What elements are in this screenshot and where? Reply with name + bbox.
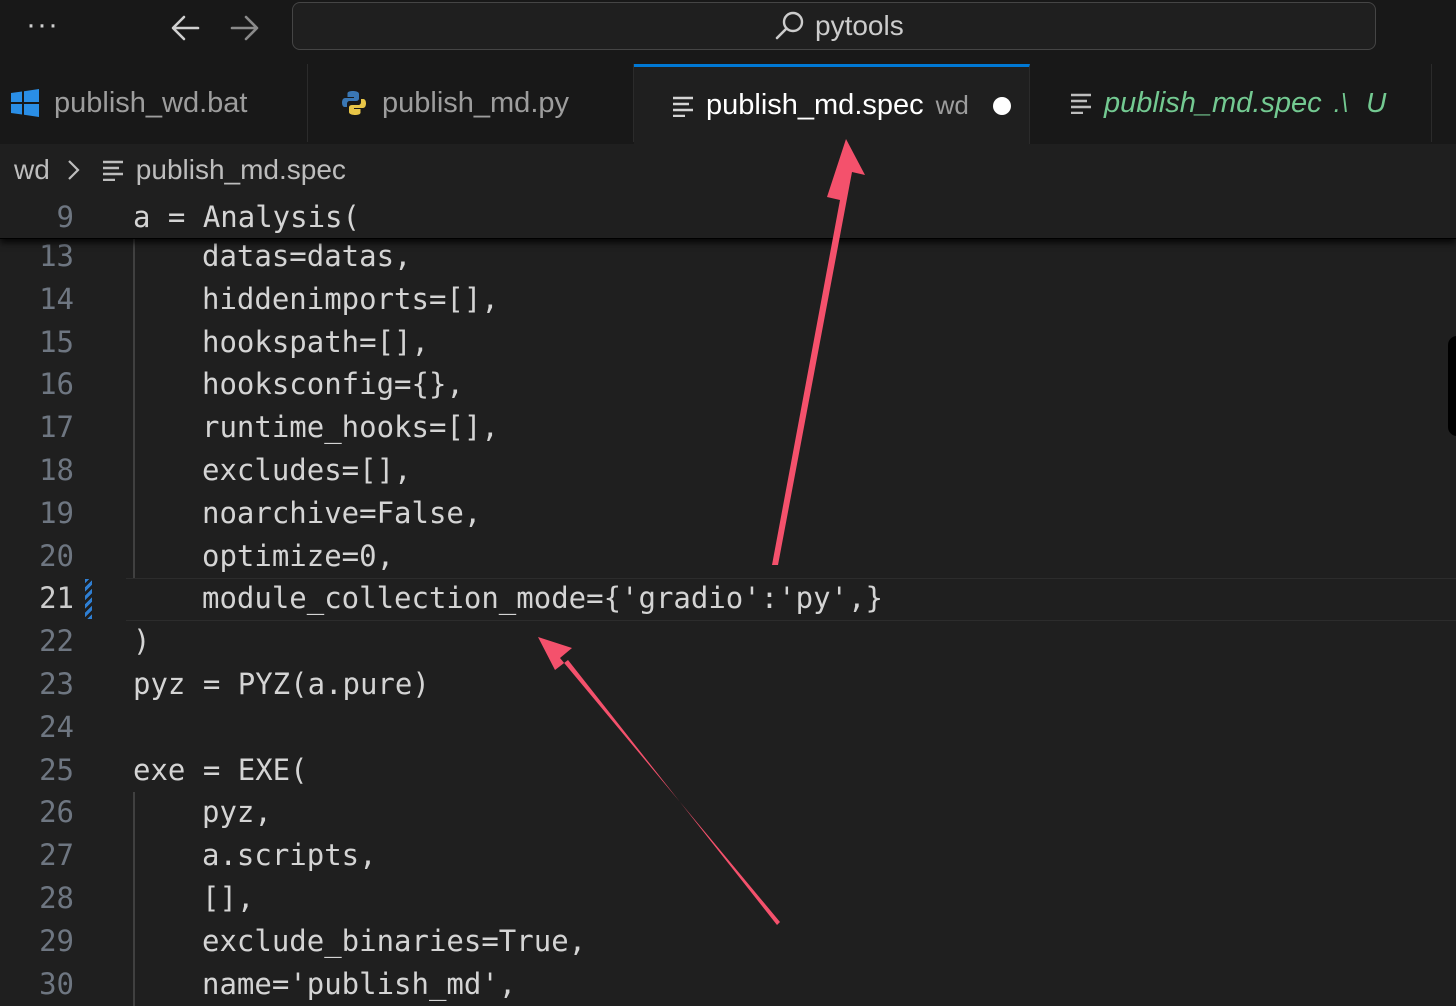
code-line: 9 a = Analysis( [0,196,1456,239]
tab-description: .\ [1333,87,1349,118]
tab-publish-md-py[interactable]: publish_md.py [308,64,634,142]
untracked-status: U [1366,87,1387,118]
line-number: 26 [39,795,74,830]
tab-description: wd [935,90,969,120]
code-line: 14 hiddenimports=[], [0,278,1456,321]
code-line: 30 name='publish_md', [0,963,1456,1006]
line-text: a.scripts, [202,838,377,873]
tab-label: publish_md.spec [706,89,924,121]
line-number: 24 [39,709,74,744]
code-line: 29 exclude_binaries=True, [0,920,1456,963]
line-text: hookspath=[], [202,324,429,359]
code-line: 23 pyz = PYZ(a.pure) [0,663,1456,706]
line-number: 9 [56,200,74,234]
line-number: 21 [39,581,74,616]
tab-label: publish_md.py [382,86,569,119]
code-line: 28 [], [0,877,1456,920]
line-text: name='publish_md', [202,966,517,1001]
editor-tab-bar: publish_wd.bat publish_md.py publish_md.… [0,64,1456,144]
lines-icon [673,96,693,117]
more-actions-button[interactable]: ··· [26,8,59,42]
line-text: a = Analysis( [133,200,360,234]
arrow-right-icon [230,15,259,41]
line-number: 15 [39,324,74,359]
code-line: 16 hooksconfig={}, [0,363,1456,406]
breadcrumb-file[interactable]: publish_md.spec [136,154,346,186]
line-number: 23 [39,667,74,701]
breadcrumb-folder[interactable]: wd [14,154,50,186]
line-number: 30 [39,966,74,1001]
workspace-name: pytools [815,10,904,41]
line-number: 14 [39,281,74,316]
line-text: exclude_binaries=True, [202,923,587,958]
breadcrumb: wd publish_md.spec [0,144,1456,196]
code-line: 13 datas=datas, [0,235,1456,278]
tab-publish-wd-bat[interactable]: publish_wd.bat [0,64,308,142]
tab-publish-md-spec-untracked[interactable]: publish_md.spec .\ U [1030,64,1432,142]
line-number: 16 [39,367,74,402]
line-text: ) [133,624,151,659]
scrollbar-thumb[interactable] [1448,336,1456,436]
line-number: 13 [39,239,74,273]
title-bar: ··· pytools [0,0,1456,64]
line-text: hooksconfig={}, [202,367,464,402]
code-line: 15 hookspath=[], [0,321,1456,364]
tab-label: publish_md.spec [1104,86,1322,119]
line-text: module_collection_mode={'gradio':'py',} [202,581,883,616]
windows-icon [11,89,39,117]
line-text: excludes=[], [202,453,412,487]
line-number: 25 [39,752,74,787]
back-button[interactable] [166,8,206,48]
code-line: 20 optimize=0, [0,535,1456,578]
line-text: runtime_hooks=[], [202,410,499,445]
line-number: 27 [39,838,74,873]
line-text: datas=datas, [202,239,412,273]
code-editor[interactable]: 9 a = Analysis( 13 datas=datas, 14 hiddenim… [0,196,1456,1006]
line-number: 22 [39,624,74,659]
line-number: 28 [39,881,74,915]
line-number: 20 [39,538,74,573]
command-center-search[interactable]: pytools [292,2,1376,50]
line-text: hiddenimports=[], [202,281,499,316]
line-number: 29 [39,923,74,958]
code-line: 19 noarchive=False, [0,492,1456,535]
search-icon [775,11,804,40]
python-icon [342,91,366,115]
unsaved-dot-icon[interactable] [992,96,1011,115]
code-line: 22) [0,620,1456,663]
sticky-scroll-header[interactable]: 9 a = Analysis( [0,196,1456,239]
line-text: pyz, [202,795,272,830]
line-number: 18 [39,453,74,487]
line-text: optimize=0, [202,538,395,573]
line-text: pyz = PYZ(a.pure) [133,667,430,701]
code-line: 18 excludes=[], [0,449,1456,492]
line-text: noarchive=False, [202,495,482,530]
chevron-right-icon [68,160,80,180]
arrow-left-icon [171,15,200,41]
lines-icon [102,160,123,181]
code-line: 25 exe = EXE( [0,749,1456,792]
code-line: 21 module_collection_mode={'gradio':'py',… [0,577,1456,620]
lines-icon [1071,93,1091,114]
line-text: exe = EXE( [133,752,308,787]
line-text: [], [202,881,255,915]
code-line: 24 [0,706,1456,749]
code-line: 27 a.scripts, [0,834,1456,877]
tab-publish-md-spec-active[interactable]: publish_md.spec wd [634,64,1030,144]
tab-label: publish_wd.bat [54,86,248,119]
code-line: 17 runtime_hooks=[], [0,406,1456,449]
line-number: 19 [39,495,74,530]
code-line: 26 pyz, [0,791,1456,834]
line-number: 17 [39,410,74,445]
forward-button[interactable] [224,8,264,48]
